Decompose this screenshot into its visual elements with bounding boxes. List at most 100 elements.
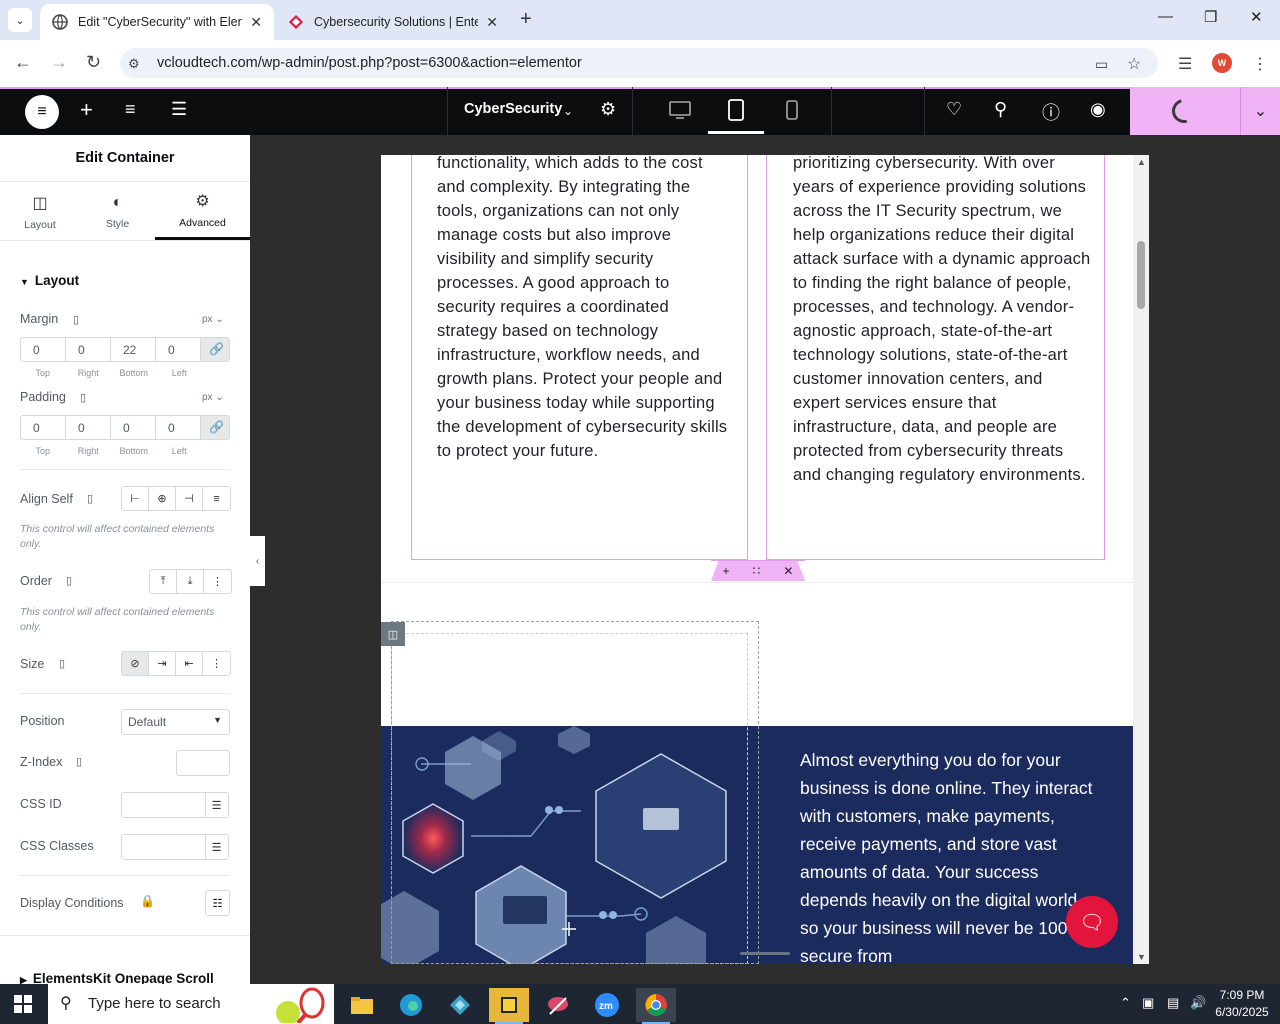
responsive-tablet-icon[interactable]: ▯ — [76, 755, 82, 768]
margin-top-input[interactable]: 0 — [21, 338, 66, 361]
padding-unit-select[interactable]: px ⌄ — [202, 392, 224, 403]
tray-app-icon[interactable]: ▣ — [1142, 995, 1154, 1011]
help-icon[interactable]: ⓘ — [1042, 99, 1060, 125]
snipping-tool-icon[interactable] — [538, 988, 578, 1022]
empty-container[interactable] — [391, 621, 759, 964]
responsive-tablet-icon[interactable]: ▯ — [80, 391, 86, 404]
structure-layers-icon[interactable]: ☰ — [171, 99, 187, 120]
order-more-icon[interactable]: ⋮ — [204, 570, 231, 593]
css-classes-input[interactable] — [121, 834, 206, 860]
file-explorer-icon[interactable] — [342, 988, 382, 1022]
desktop-device-icon[interactable] — [669, 101, 691, 119]
align-end-icon[interactable]: ⊣ — [176, 487, 203, 510]
display-conditions-button[interactable]: ☷ — [205, 890, 230, 916]
taskbar-search-box[interactable]: ⚲ Type here to search — [48, 984, 334, 1024]
elementor-logo-icon[interactable]: ≡ — [25, 95, 59, 129]
minimize-icon[interactable]: — — [1158, 8, 1173, 25]
section-layout-toggle[interactable]: ▼ Layout — [20, 273, 79, 288]
forward-icon[interactable]: → — [50, 52, 68, 73]
responsive-tablet-icon[interactable]: ▯ — [59, 657, 65, 670]
tab-cybersecurity-solutions[interactable]: Cybersecurity Solutions | Enterp ✕ — [276, 4, 510, 40]
margin-left-input[interactable]: 0 — [156, 338, 201, 361]
tab-edit-cybersecurity[interactable]: Edit "CyberSecurity" with Eleme ✕ — [40, 4, 274, 40]
css-id-input[interactable] — [121, 792, 206, 818]
size-shrink-icon[interactable]: ⇤ — [176, 652, 203, 675]
windows-start-icon[interactable] — [14, 995, 32, 1013]
search-icon[interactable]: ⚲ — [994, 99, 1007, 120]
app-diamond-icon[interactable] — [440, 988, 480, 1022]
notifications-megaphone-icon[interactable]: ♡ — [946, 99, 962, 120]
tablet-device-icon[interactable] — [727, 99, 745, 121]
delete-container-icon[interactable]: ✕ — [783, 564, 793, 578]
site-info-icon[interactable]: ⚙ — [128, 56, 140, 72]
profile-avatar[interactable]: W — [1212, 53, 1232, 73]
tab-search-button[interactable]: ⌄ — [8, 8, 32, 32]
size-more-icon[interactable]: ⋮ — [203, 652, 230, 675]
z-index-input[interactable] — [176, 750, 230, 776]
dynamic-tags-icon[interactable]: ☰ — [205, 792, 229, 818]
collapse-panel-icon[interactable]: ‹ — [250, 536, 265, 586]
cast-off-icon[interactable]: ▭ — [1095, 56, 1108, 73]
drag-container-icon[interactable]: ∷ — [753, 564, 761, 578]
zoom-app-icon[interactable]: zm — [587, 988, 627, 1022]
position-select[interactable]: Default ▼ — [121, 709, 230, 735]
preview-eye-icon[interactable]: ◉ — [1090, 99, 1106, 120]
edge-browser-icon[interactable] — [391, 988, 431, 1022]
new-tab-icon[interactable]: + — [520, 8, 532, 31]
section-onepage-scroll-toggle[interactable]: ▶ ElementsKit Onepage Scroll — [20, 971, 214, 984]
align-center-icon[interactable]: ⊕ — [149, 487, 176, 510]
close-tab-icon[interactable]: ✕ — [486, 14, 498, 31]
chat-bubble-icon[interactable]: 🗨 — [1066, 896, 1118, 948]
close-tab-icon[interactable]: ✕ — [250, 14, 262, 31]
align-stretch-icon[interactable]: ≡ — [203, 487, 230, 510]
scroll-down-arrow-icon[interactable]: ▼ — [1137, 952, 1146, 962]
chevron-down-icon[interactable]: ⌄ — [563, 104, 573, 118]
responsive-tablet-icon[interactable]: ▯ — [66, 574, 72, 587]
chrome-browser-icon[interactable] — [636, 988, 676, 1024]
reload-icon[interactable]: ↻ — [86, 52, 101, 73]
size-grow-icon[interactable]: ⇥ — [149, 652, 176, 675]
publish-options-chevron-icon[interactable]: ⌄ — [1240, 87, 1280, 135]
close-window-icon[interactable]: ✕ — [1250, 8, 1263, 26]
menu-kebab-icon[interactable]: ⋮ — [1252, 54, 1268, 74]
link-values-icon[interactable]: 🔗 — [201, 338, 229, 361]
tray-chevron-up-icon[interactable]: ⌃ — [1120, 995, 1131, 1011]
mobile-device-icon[interactable] — [785, 100, 799, 120]
scroll-up-arrow-icon[interactable]: ▲ — [1137, 157, 1146, 167]
scrollbar-thumb[interactable] — [1137, 241, 1145, 309]
page-settings-gear-icon[interactable]: ⚙ — [600, 99, 616, 120]
edit-container-icon[interactable]: ◫ — [381, 622, 405, 646]
size-none-icon[interactable]: ⊘ — [122, 652, 149, 675]
back-icon[interactable]: ← — [14, 52, 32, 73]
sticky-notes-icon[interactable] — [489, 988, 529, 1024]
padding-right-input[interactable]: 0 — [66, 416, 111, 439]
order-start-icon[interactable]: ⤒ — [150, 570, 177, 593]
tab-layout[interactable]: ◫ Layout — [0, 183, 80, 240]
bookmark-star-icon[interactable]: ☆ — [1127, 54, 1141, 74]
margin-bottom-input[interactable]: 22 — [111, 338, 156, 361]
media-icon[interactable]: ☰ — [1178, 54, 1192, 74]
url-text[interactable]: vcloudtech.com/wp-admin/post.php?post=63… — [157, 55, 582, 71]
padding-left-input[interactable]: 0 — [156, 416, 201, 439]
add-container-icon[interactable]: + — [723, 564, 730, 578]
tab-style[interactable]: ◐ Style — [80, 183, 155, 240]
padding-bottom-input[interactable]: 0 — [111, 416, 156, 439]
canvas-scrollbar[interactable]: ▲ ▼ — [1133, 155, 1149, 964]
page-name[interactable]: CyberSecurity — [464, 101, 562, 117]
order-end-icon[interactable]: ⤓ — [177, 570, 204, 593]
restore-icon[interactable]: ❐ — [1204, 8, 1217, 26]
margin-right-input[interactable]: 0 — [66, 338, 111, 361]
network-icon[interactable]: ▤ — [1167, 995, 1179, 1011]
volume-icon[interactable]: 🔊 — [1190, 995, 1206, 1011]
margin-unit-select[interactable]: px ⌄ — [202, 314, 224, 325]
tab-advanced[interactable]: ⚙ Advanced — [155, 183, 250, 240]
taskbar-clock[interactable]: 7:09 PM 6/30/2025 — [1212, 987, 1272, 1021]
dynamic-tags-icon[interactable]: ☰ — [205, 834, 229, 860]
align-start-icon[interactable]: ⊢ — [122, 487, 149, 510]
site-settings-icon[interactable]: ≡ — [125, 99, 136, 120]
responsive-tablet-icon[interactable]: ▯ — [87, 492, 93, 505]
add-element-icon[interactable]: + — [80, 97, 93, 123]
responsive-tablet-icon[interactable]: ▯ — [73, 313, 79, 326]
link-values-icon[interactable]: 🔗 — [201, 416, 229, 439]
padding-top-input[interactable]: 0 — [21, 416, 66, 439]
